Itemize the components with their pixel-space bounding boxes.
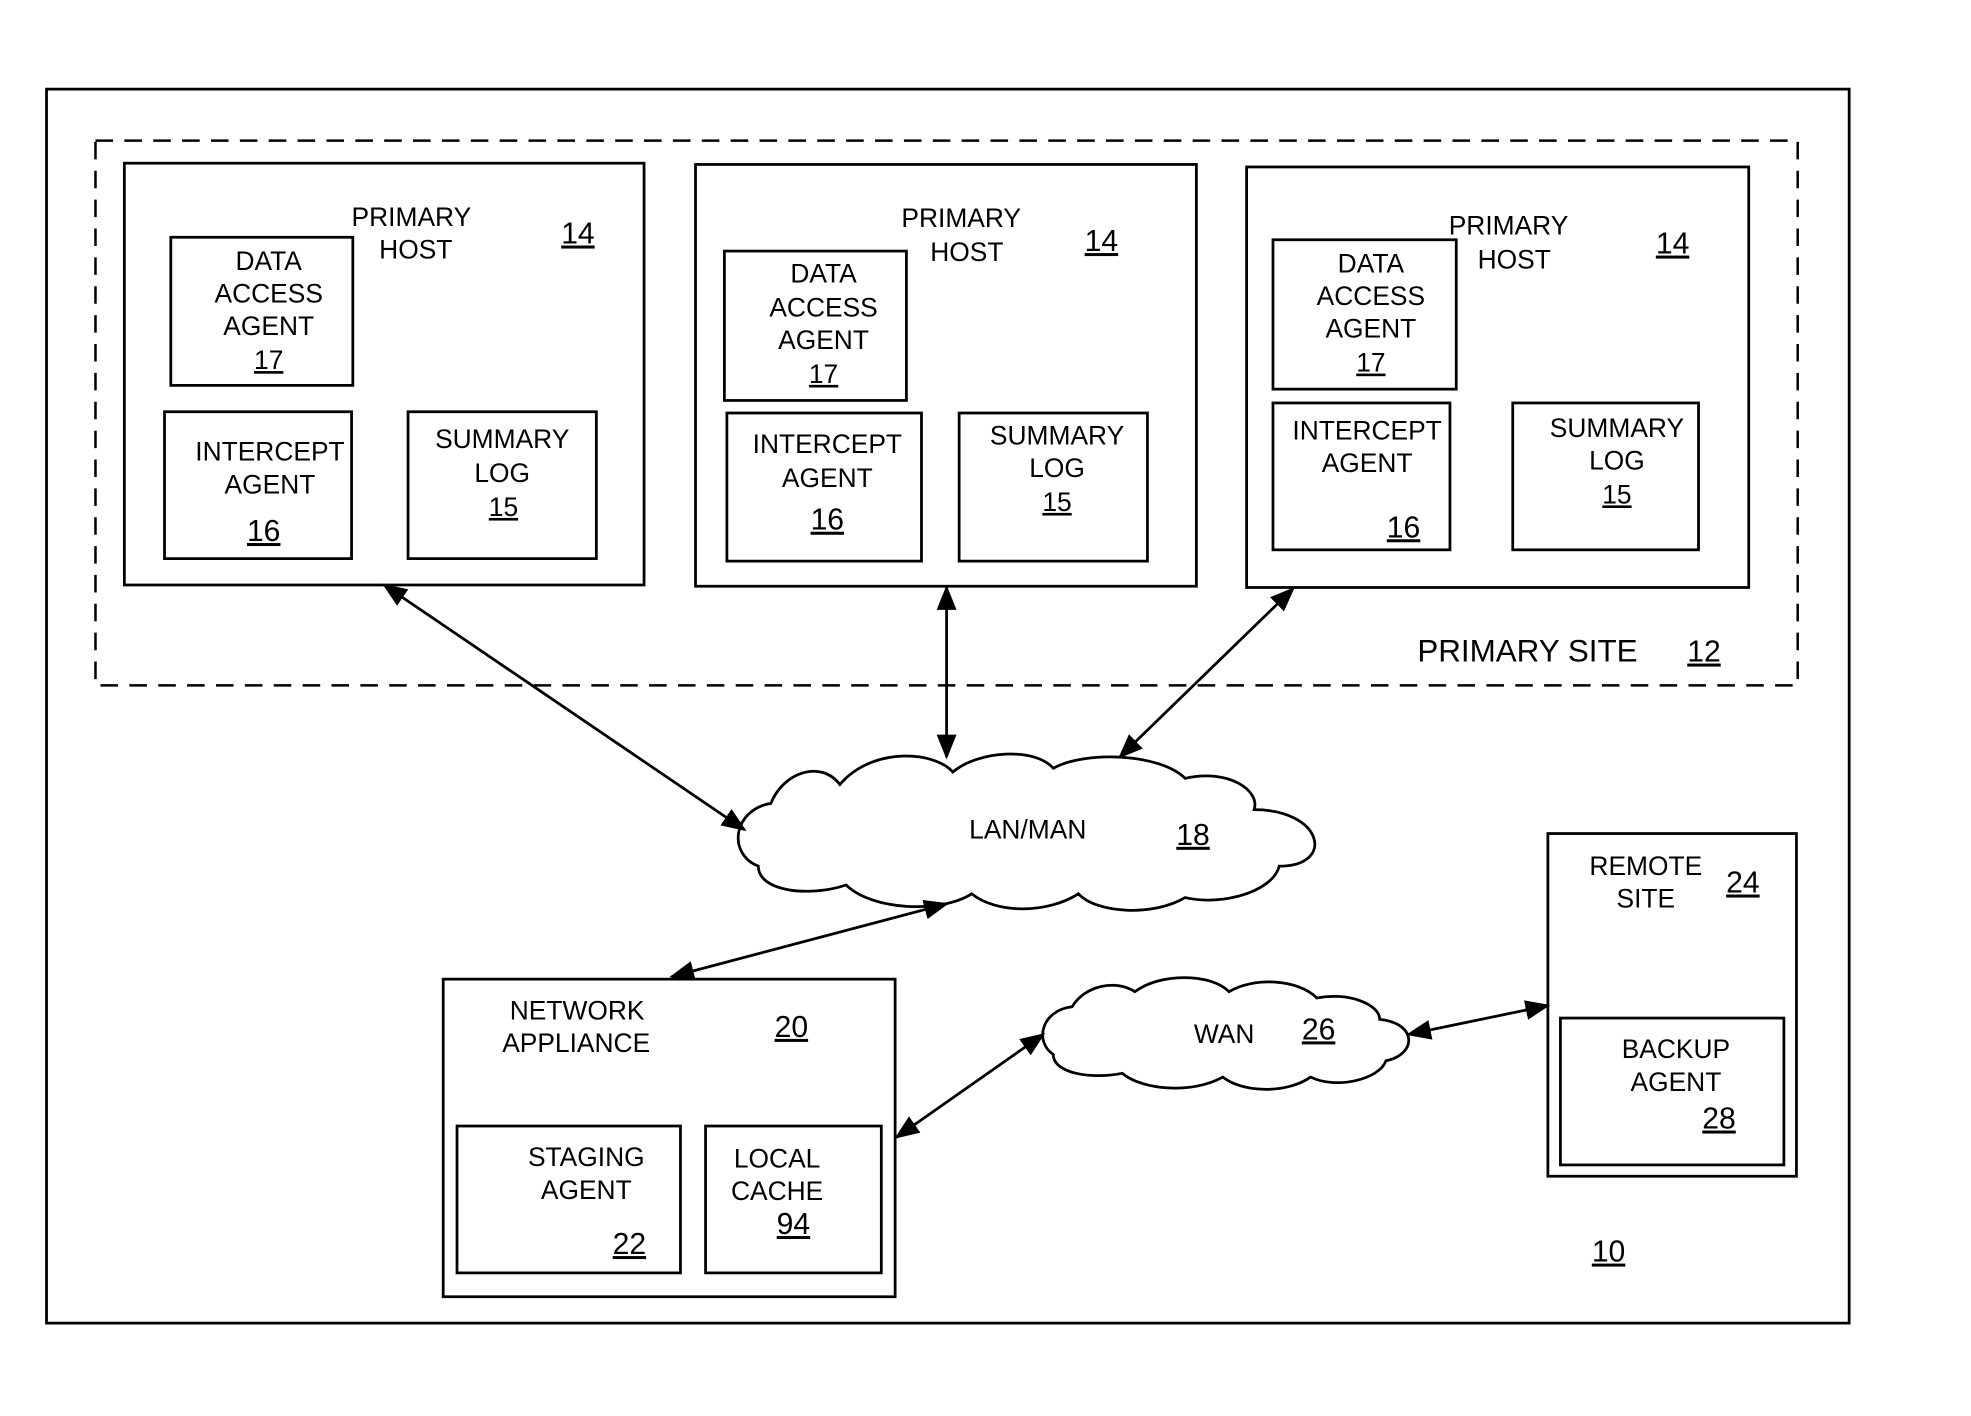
- svg-text:AGENT: AGENT: [223, 311, 314, 341]
- svg-text:DATA: DATA: [236, 246, 303, 276]
- svg-text:HOST: HOST: [930, 237, 1003, 267]
- svg-text:LOG: LOG: [1029, 453, 1085, 483]
- staging-agent: STAGING AGENT 22: [455, 1124, 682, 1275]
- svg-text:INTERCEPT: INTERCEPT: [1292, 415, 1441, 445]
- svg-text:PRIMARY: PRIMARY: [901, 203, 1021, 233]
- primary-site-ref: 12: [1687, 636, 1720, 669]
- svg-text:16: 16: [247, 515, 281, 548]
- svg-text:24: 24: [1726, 867, 1760, 900]
- local-cache: LOCAL CACHE 94: [704, 1124, 883, 1275]
- svg-text:LOG: LOG: [1589, 445, 1645, 475]
- svg-text:16: 16: [1387, 511, 1420, 544]
- backup-agent: BACKUP AGENT 28: [1559, 1016, 1786, 1167]
- svg-text:17: 17: [1356, 348, 1385, 378]
- svg-text:SITE: SITE: [1617, 884, 1676, 914]
- svg-text:15: 15: [1602, 479, 1631, 509]
- remote-site: REMOTE SITE 24 BACKUP AGENT 28: [1546, 832, 1798, 1178]
- svg-text:AGENT: AGENT: [1322, 448, 1413, 478]
- summary-log: SUMMARY LOG 15: [406, 410, 598, 560]
- svg-text:LOG: LOG: [474, 458, 530, 488]
- intercept-agent: INTERCEPT AGENT 16: [1271, 401, 1452, 552]
- svg-text:AGENT: AGENT: [225, 469, 316, 499]
- svg-text:AGENT: AGENT: [1325, 314, 1416, 344]
- svg-text:14: 14: [1085, 225, 1119, 258]
- svg-text:INTERCEPT: INTERCEPT: [195, 437, 344, 467]
- svg-text:HOST: HOST: [1478, 245, 1551, 275]
- svg-text:PRIMARY: PRIMARY: [352, 202, 472, 232]
- svg-text:HOST: HOST: [379, 235, 452, 265]
- system-diagram: PRIMARY SITE 12 PRIMARY HOST 14 DATA ACC…: [45, 87, 1851, 1325]
- network-appliance: NETWORK APPLIANCE 20 STAGING AGENT 22 LO…: [441, 977, 897, 1299]
- svg-text:AGENT: AGENT: [782, 463, 873, 493]
- summary-log: SUMMARY LOG 15: [957, 411, 1149, 563]
- svg-text:AGENT: AGENT: [778, 325, 869, 355]
- intercept-agent: INTERCEPT AGENT 16: [725, 411, 923, 563]
- svg-text:ACCESS: ACCESS: [1317, 281, 1425, 311]
- primary-host-1: PRIMARY HOST 14 DATA ACCESS AGENT 17 INT…: [122, 161, 646, 587]
- svg-text:20: 20: [775, 1011, 809, 1044]
- data-access-agent: DATA ACCESS AGENT 17: [169, 235, 355, 387]
- svg-text:CACHE: CACHE: [731, 1176, 823, 1206]
- svg-text:15: 15: [1042, 487, 1071, 517]
- primary-site-label: PRIMARY SITE: [1417, 634, 1637, 669]
- svg-text:ACCESS: ACCESS: [769, 292, 877, 322]
- lan-man-cloud: LAN/MAN 18: [736, 752, 1317, 912]
- svg-text:17: 17: [254, 345, 283, 375]
- primary-host-3: PRIMARY HOST 14 DATA ACCESS AGENT 17 INT…: [1245, 165, 1751, 589]
- summary-log: SUMMARY LOG 15: [1511, 401, 1700, 552]
- svg-text:INTERCEPT: INTERCEPT: [753, 429, 902, 459]
- svg-text:28: 28: [1702, 1103, 1736, 1136]
- svg-text:STAGING: STAGING: [528, 1142, 645, 1172]
- svg-text:22: 22: [613, 1228, 647, 1261]
- svg-text:DATA: DATA: [1338, 248, 1405, 278]
- svg-text:ACCESS: ACCESS: [215, 279, 323, 309]
- system-ref: 10: [1592, 1236, 1626, 1269]
- svg-text:17: 17: [809, 359, 838, 389]
- svg-text:18: 18: [1176, 819, 1210, 852]
- svg-text:AGENT: AGENT: [1631, 1067, 1722, 1097]
- svg-text:BACKUP: BACKUP: [1622, 1034, 1730, 1064]
- svg-text:26: 26: [1302, 1013, 1335, 1046]
- svg-text:PRIMARY: PRIMARY: [1449, 211, 1569, 241]
- primary-host-2: PRIMARY HOST 14 DATA ACCESS AGENT 17 INT…: [694, 163, 1198, 588]
- svg-text:14: 14: [561, 218, 594, 251]
- svg-text:SUMMARY: SUMMARY: [1550, 413, 1684, 443]
- svg-text:REMOTE: REMOTE: [1589, 851, 1702, 881]
- svg-text:16: 16: [811, 504, 845, 537]
- svg-text:15: 15: [489, 492, 518, 522]
- data-access-agent: DATA ACCESS AGENT 17: [723, 249, 908, 402]
- svg-text:LAN/MAN: LAN/MAN: [969, 815, 1086, 845]
- svg-text:LOCAL: LOCAL: [734, 1143, 820, 1173]
- svg-text:APPLIANCE: APPLIANCE: [502, 1028, 650, 1058]
- svg-text:14: 14: [1656, 228, 1689, 261]
- intercept-agent: INTERCEPT AGENT 16: [163, 410, 353, 560]
- svg-text:94: 94: [777, 1208, 811, 1241]
- svg-text:NETWORK: NETWORK: [510, 995, 645, 1025]
- svg-text:SUMMARY: SUMMARY: [990, 420, 1124, 450]
- svg-text:DATA: DATA: [790, 258, 857, 288]
- svg-text:AGENT: AGENT: [541, 1175, 632, 1205]
- data-access-agent: DATA ACCESS AGENT 17: [1271, 238, 1458, 391]
- svg-text:SUMMARY: SUMMARY: [435, 424, 569, 454]
- svg-text:WAN: WAN: [1194, 1019, 1255, 1049]
